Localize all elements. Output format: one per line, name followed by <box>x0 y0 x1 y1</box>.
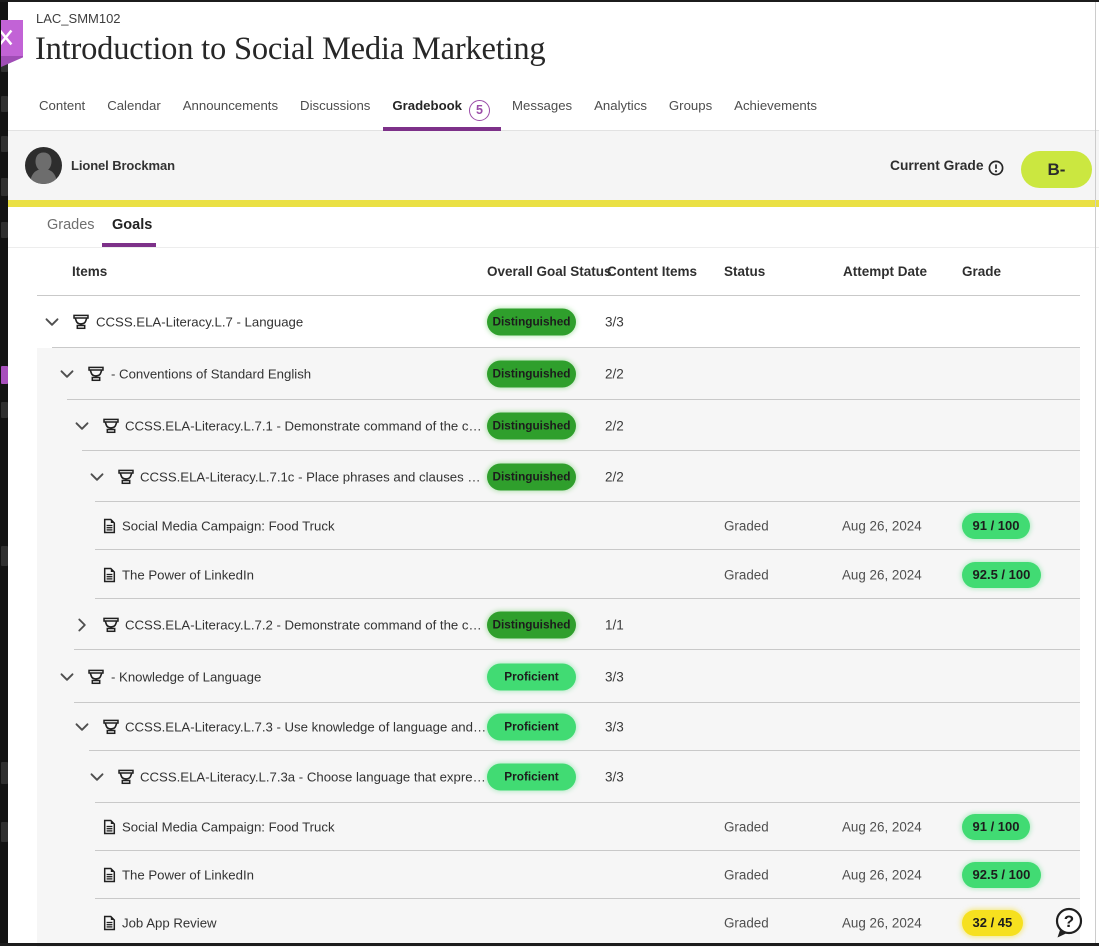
svg-text:?: ? <box>1064 912 1074 931</box>
